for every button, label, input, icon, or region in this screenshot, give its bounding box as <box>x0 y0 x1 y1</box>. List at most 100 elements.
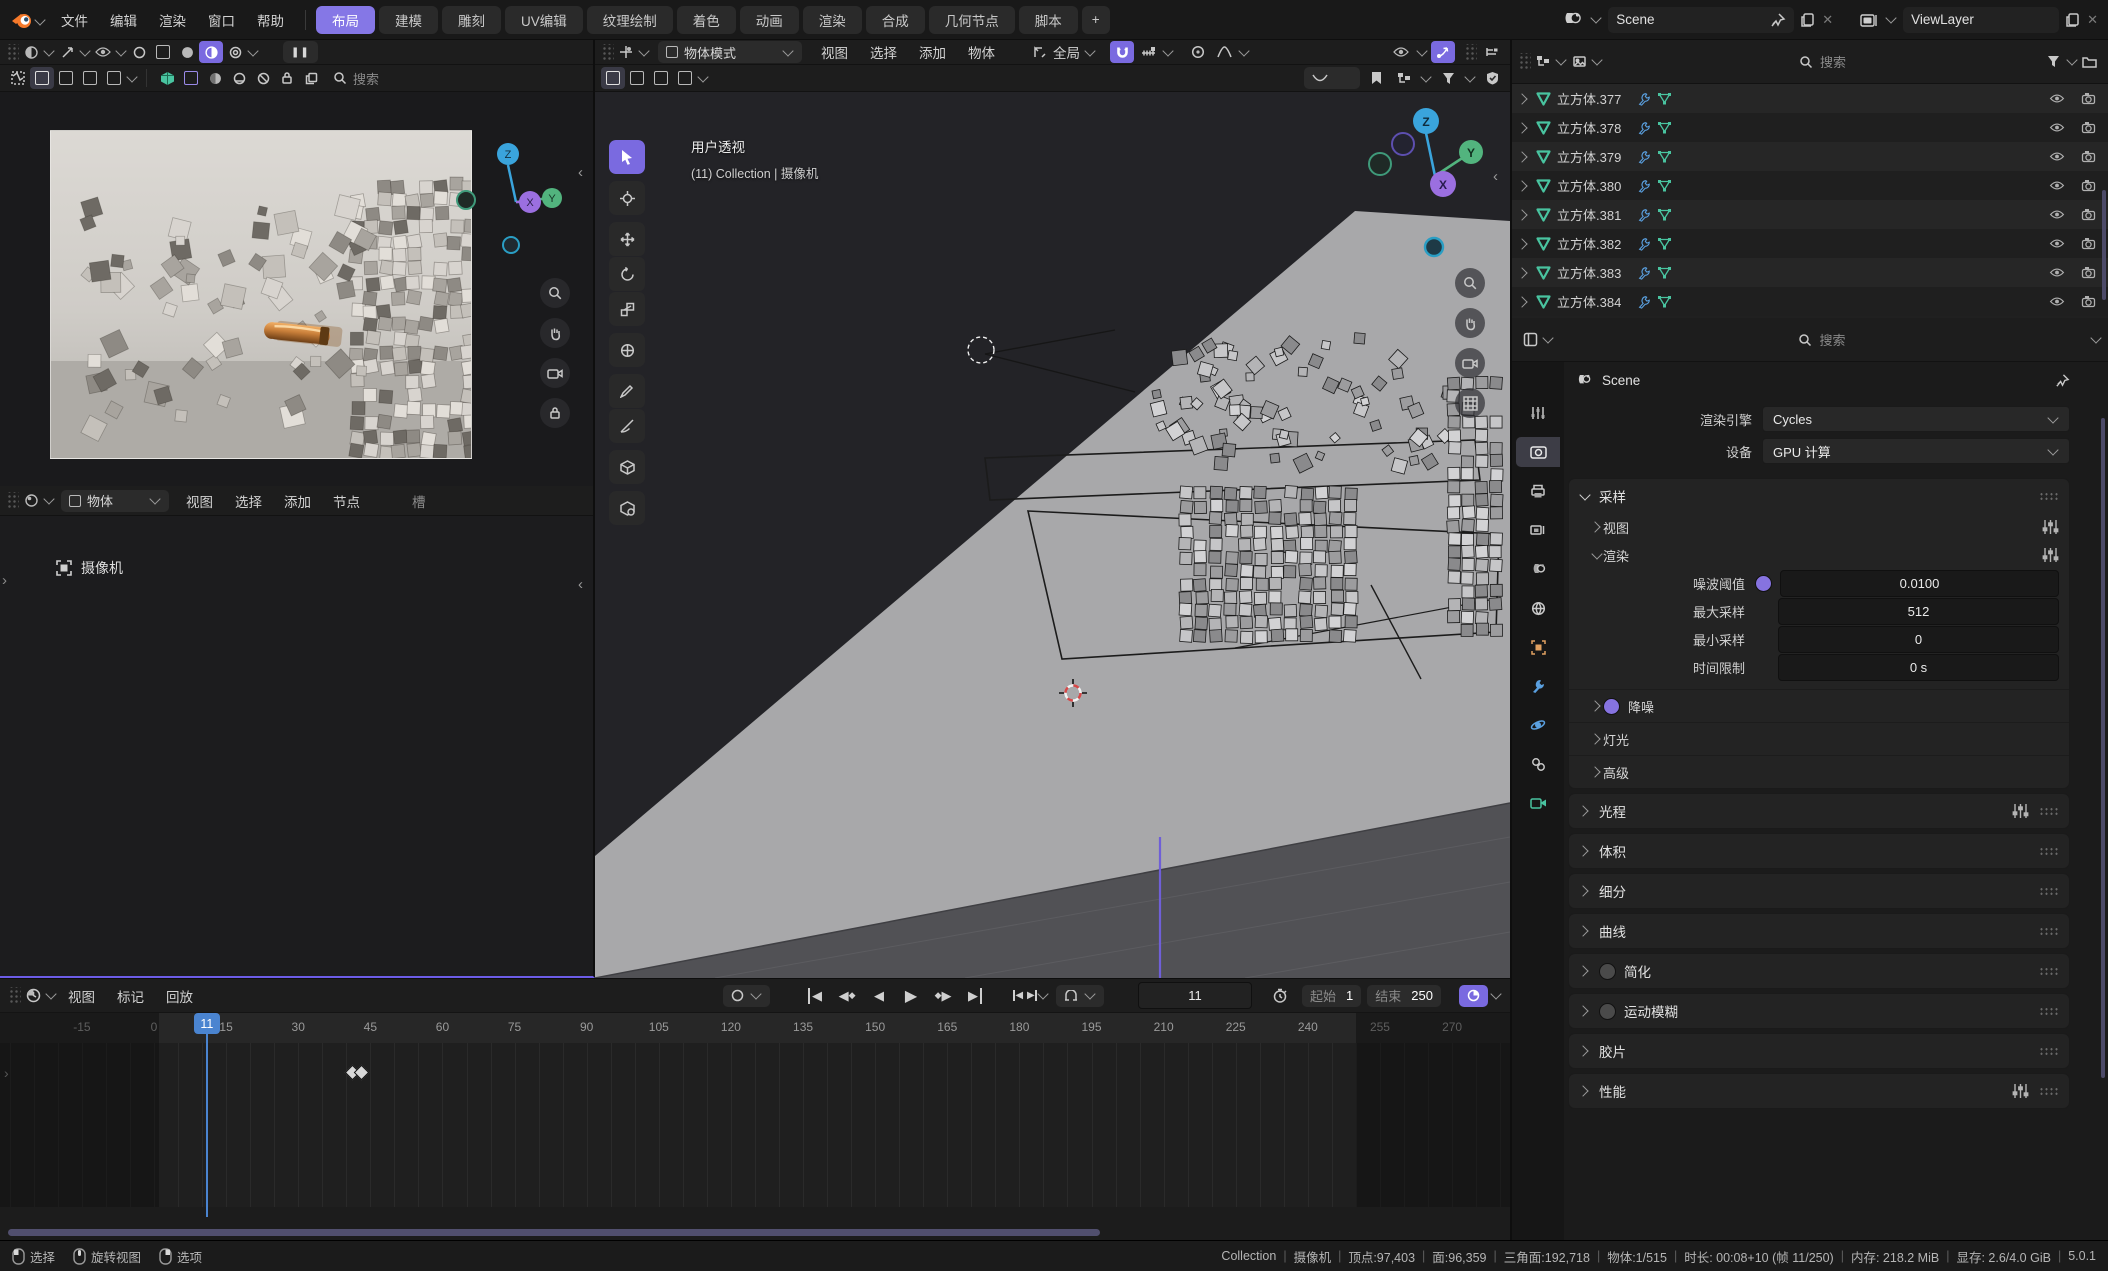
view-layer-selector[interactable]: ViewLayer <box>1903 7 2059 33</box>
panel-header[interactable]: 曲线 <box>1569 914 2069 948</box>
chevron-down-icon[interactable] <box>1416 45 1427 56</box>
menu-item[interactable]: 文件 <box>50 8 99 32</box>
hide-eye-icon[interactable] <box>2049 180 2065 191</box>
cursor-tool[interactable] <box>609 181 645 215</box>
outliner-row[interactable]: 立方体.382 <box>1512 229 2108 258</box>
menu-item[interactable]: 选择 <box>224 489 273 513</box>
chevron-down-icon[interactable] <box>1490 988 1501 999</box>
navigation-gizmo[interactable]: Z Y X <box>1353 100 1493 260</box>
new-collection-icon[interactable] <box>2078 51 2102 73</box>
hide-eye-icon[interactable] <box>2049 209 2065 220</box>
falloff-pill[interactable] <box>1304 67 1360 89</box>
snap-magnet-icon[interactable] <box>1110 41 1134 63</box>
menu-item[interactable]: 节点 <box>322 489 371 513</box>
new-view-layer-icon[interactable] <box>2065 12 2081 28</box>
workspace-tab[interactable]: 合成 <box>866 6 925 34</box>
outliner-row[interactable]: 立方体.380 <box>1512 171 2108 200</box>
chevron-down-icon[interactable] <box>126 71 137 82</box>
sidebar-toggle-icon[interactable]: ‹ <box>1493 168 1498 185</box>
panel-grip[interactable] <box>2039 927 2059 936</box>
panel-grip[interactable] <box>2039 887 2059 896</box>
sliders-icon[interactable] <box>2012 1083 2029 1099</box>
render-engine-select[interactable]: Cycles <box>1762 406 2070 432</box>
hide-eye-icon[interactable] <box>2049 296 2065 307</box>
workspace-tab[interactable]: 脚本 <box>1019 6 1078 34</box>
noise-threshold-checkbox[interactable] <box>1755 575 1772 592</box>
lock-icon[interactable] <box>275 67 299 89</box>
menu-item[interactable]: 标记 <box>106 984 155 1008</box>
drag-grip[interactable] <box>6 492 19 509</box>
sampling-render-row[interactable]: 渲染 <box>1569 541 2069 569</box>
jump-end-button[interactable]: ▶ <box>960 984 990 1008</box>
drag-grip[interactable] <box>8 987 21 1004</box>
menu-item[interactable]: 渲染 <box>148 8 197 32</box>
camera-visibility-icon[interactable] <box>2081 92 2096 105</box>
frame-start-field[interactable]: 起始 1 <box>1302 985 1361 1007</box>
panel-header[interactable]: 细分 <box>1569 874 2069 908</box>
falloff-curve-icon[interactable] <box>1212 41 1236 63</box>
grid-view-icon[interactable] <box>1455 388 1485 418</box>
pan-hand-icon[interactable] <box>1455 308 1485 338</box>
chevron-down-icon[interactable] <box>1542 332 1553 343</box>
add-cube-tool[interactable] <box>609 450 645 484</box>
outliner-row[interactable]: 立方体.377 <box>1512 84 2108 113</box>
object-name[interactable]: 立方体.381 <box>1557 205 1621 224</box>
expand-icon[interactable] <box>1516 180 1527 191</box>
next-keyframe-button[interactable]: ◆▶ <box>928 984 958 1008</box>
shield-check-icon[interactable] <box>1480 67 1504 89</box>
pin-icon[interactable] <box>2055 373 2070 388</box>
scene-selector[interactable]: Scene <box>1608 7 1794 33</box>
gizmos-toggle-icon[interactable] <box>1431 41 1455 63</box>
outliner-display-mode-icon[interactable] <box>1531 51 1555 73</box>
frame-step-buttons[interactable]: ◀ ▶ <box>1008 984 1054 1008</box>
copy-icon[interactable] <box>299 67 323 89</box>
region-toggle-icon[interactable]: › <box>2 572 7 589</box>
keyframe-diamond[interactable] <box>354 1065 370 1081</box>
editor-type-icon[interactable] <box>614 41 638 63</box>
material-shading-icon[interactable] <box>199 41 223 63</box>
hide-eye-icon[interactable] <box>2049 93 2065 104</box>
workspace-tab[interactable]: 动画 <box>740 6 799 34</box>
timeline-tracks[interactable]: › <box>0 1043 1510 1207</box>
drag-grip[interactable] <box>6 44 19 61</box>
panel-grip[interactable] <box>2039 492 2059 501</box>
hide-eye-icon[interactable] <box>2049 151 2065 162</box>
drag-grip[interactable] <box>1464 44 1477 61</box>
outliner-images-icon[interactable] <box>1567 51 1591 73</box>
workspace-tab[interactable]: 着色 <box>677 6 736 34</box>
navigation-gizmo[interactable]: Z X Y <box>450 132 580 262</box>
menu-item[interactable]: 窗口 <box>197 8 246 32</box>
camera-visibility-icon[interactable] <box>2081 237 2096 250</box>
channel-expand-icon[interactable]: › <box>4 1065 9 1081</box>
panel-header[interactable]: 光程 <box>1569 794 2069 828</box>
expand-icon[interactable] <box>1516 296 1527 307</box>
max-samples-field[interactable]: 512 <box>1778 598 2059 625</box>
zoom-icon[interactable] <box>1455 268 1485 298</box>
menu-item[interactable]: 帮助 <box>246 8 295 32</box>
panel-header[interactable]: 体积 <box>1569 834 2069 868</box>
shading-sphere-icon[interactable] <box>203 67 227 89</box>
select-tool-icon[interactable] <box>127 41 151 63</box>
chevron-down-icon[interactable] <box>2066 54 2077 65</box>
panel-grip[interactable] <box>2039 1007 2059 1016</box>
move-tool[interactable] <box>609 222 645 256</box>
outliner-row[interactable]: 立方体.379 <box>1512 142 2108 171</box>
shader-object-item[interactable]: 摄像机 <box>56 558 123 578</box>
workspace-tab[interactable]: 渲染 <box>803 6 862 34</box>
tab-scene[interactable] <box>1516 554 1560 584</box>
menu-item[interactable]: 视图 <box>175 489 224 513</box>
auto-key-button[interactable] <box>723 985 770 1007</box>
chevron-down-icon[interactable] <box>1885 12 1896 23</box>
hide-eye-icon[interactable] <box>2049 238 2065 249</box>
tab-object-data[interactable] <box>1516 788 1560 818</box>
menu-item[interactable]: 物体 <box>957 40 1006 64</box>
min-samples-field[interactable]: 0 <box>1778 626 2059 653</box>
denoise-row[interactable]: 降噪 <box>1569 689 2069 722</box>
menu-item[interactable]: 视图 <box>810 40 859 64</box>
xray-icon[interactable] <box>179 67 203 89</box>
sidebar-toggle-icon[interactable]: ‹ <box>578 164 583 181</box>
properties-scrollbar[interactable] <box>2101 418 2105 1078</box>
camera-visibility-icon[interactable] <box>2081 179 2096 192</box>
expand-icon[interactable] <box>1516 209 1527 220</box>
mesh-cube-icon[interactable] <box>155 67 179 89</box>
